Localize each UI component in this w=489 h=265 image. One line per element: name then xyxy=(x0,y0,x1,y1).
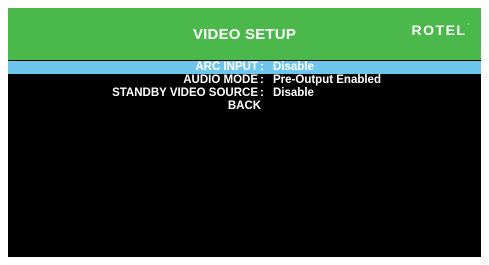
menu-item-value: Disable xyxy=(273,61,314,73)
menu-item-label: ARC INPUT xyxy=(195,61,258,73)
menu-item-separator: : xyxy=(260,87,264,99)
menu-item-standby-video-source[interactable]: STANDBY VIDEO SOURCE : Disable xyxy=(8,87,481,100)
menu-item-arc-input[interactable]: ARC INPUT : Disable xyxy=(8,61,481,74)
menu-item-audio-mode[interactable]: AUDIO MODE : Pre-Output Enabled xyxy=(8,74,481,87)
menu-item-label: AUDIO MODE xyxy=(183,74,258,86)
brand-mark: · xyxy=(467,22,471,28)
header-bar: VIDEO SETUP ROTEL· xyxy=(8,8,481,60)
menu-item-label: STANDBY VIDEO SOURCE xyxy=(112,87,258,99)
menu-item-separator: : xyxy=(260,61,264,73)
menu-item-back[interactable]: BACK xyxy=(8,100,481,113)
back-button: BACK xyxy=(227,100,262,112)
page-title: VIDEO SETUP xyxy=(192,26,297,43)
menu-item-value: Pre-Output Enabled xyxy=(273,74,381,86)
brand-name: ROTEL xyxy=(411,22,467,38)
menu-item-separator: : xyxy=(260,74,264,86)
osd-screen: VIDEO SETUP ROTEL· ARC INPUT : Disable A… xyxy=(8,8,481,257)
menu-item-value: Disable xyxy=(273,87,314,99)
settings-menu: ARC INPUT : Disable AUDIO MODE : Pre-Out… xyxy=(8,61,481,113)
brand-logo: ROTEL· xyxy=(412,22,471,38)
